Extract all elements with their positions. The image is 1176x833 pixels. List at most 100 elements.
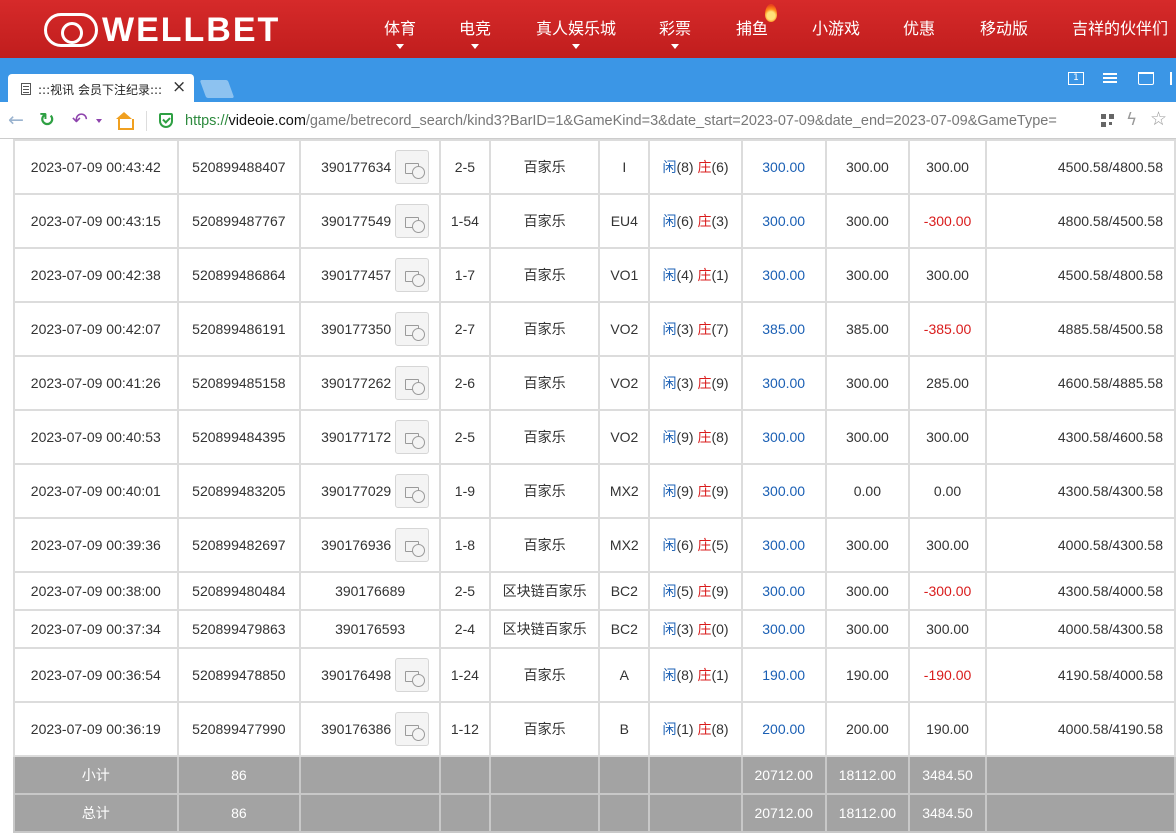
star-icon[interactable]: ☆ — [1150, 108, 1167, 130]
bet-amount: 300.00 — [740, 247, 827, 303]
video-replay-icon[interactable] — [395, 258, 430, 292]
video-replay-icon[interactable] — [395, 658, 430, 692]
valid-bet: 300.00 — [824, 571, 911, 611]
valid-bet: 300.00 — [824, 247, 911, 303]
bet-number: 520899478850 — [176, 647, 302, 703]
valid-bet: 300.00 — [824, 517, 911, 573]
table-code: I — [598, 139, 651, 195]
nav-partners[interactable]: 吉祥的伙伴们 — [1072, 18, 1168, 40]
shield-icon[interactable] — [159, 113, 173, 128]
nav-sports[interactable]: 体育 — [384, 18, 416, 49]
address-bar: ← ↻ ↶ https://videoie.com/game/betrecord… — [0, 102, 1176, 139]
bet-number: 520899483205 — [176, 463, 302, 519]
bet-amount: 190.00 — [740, 647, 827, 703]
undo-icon[interactable]: ↶ — [72, 110, 88, 130]
wellbet-logo[interactable]: WELLBET — [44, 12, 280, 48]
bet-amount: 300.00 — [740, 609, 827, 649]
video-replay-icon[interactable] — [395, 150, 430, 184]
nav-promotions[interactable]: 优惠 — [903, 18, 935, 40]
game-result: 闲(6) 庄(3) — [648, 193, 743, 249]
game-no-cell: 390176386 — [299, 701, 442, 757]
round-no: 1-7 — [439, 247, 491, 303]
valid-bet: 300.00 — [824, 409, 911, 465]
round-no: 2-6 — [439, 355, 491, 411]
video-replay-icon[interactable] — [395, 474, 430, 508]
balance: 4000.58/4190.58 — [984, 701, 1176, 757]
bet-number: 520899486864 — [176, 247, 302, 303]
video-replay-icon[interactable] — [395, 528, 430, 562]
minimize-icon[interactable] — [1170, 72, 1176, 85]
nav-esports[interactable]: 电竞 — [459, 18, 491, 49]
balance: 4800.58/4500.58 — [984, 193, 1176, 249]
game-name: 区块链百家乐 — [488, 571, 601, 611]
subtotal-bet: 20712.00 — [740, 755, 827, 795]
video-replay-icon[interactable] — [395, 204, 430, 238]
game-no-cell: 390177262 — [299, 355, 442, 411]
video-replay-icon[interactable] — [395, 312, 430, 346]
game-no-cell: 390176936 — [299, 517, 442, 573]
chevron-down-icon — [471, 44, 479, 49]
game-result: 闲(3) 庄(7) — [648, 301, 743, 357]
round-no: 2-7 — [439, 301, 491, 357]
game-name: 百家乐 — [488, 701, 601, 757]
close-icon[interactable]: × — [172, 77, 186, 97]
round-no: 1-12 — [439, 701, 491, 757]
bet-amount: 300.00 — [740, 355, 827, 411]
round-no: 1-54 — [439, 193, 491, 249]
table-code: VO1 — [598, 247, 651, 303]
logo-mark-icon — [44, 13, 98, 47]
win-loss: 300.00 — [908, 409, 987, 465]
url-field[interactable]: https://videoie.com/game/betrecord_searc… — [185, 111, 1095, 131]
bet-time: 2023-07-09 00:38:00 — [13, 571, 179, 611]
bet-time: 2023-07-09 00:41:26 — [13, 355, 179, 411]
balance: 4300.58/4600.58 — [984, 409, 1176, 465]
new-tab-button[interactable] — [199, 80, 235, 98]
nav-lottery[interactable]: 彩票 — [659, 18, 691, 49]
game-name: 百家乐 — [488, 193, 601, 249]
game-name: 百家乐 — [488, 463, 601, 519]
table-code: EU4 — [598, 193, 651, 249]
table-code: VO2 — [598, 409, 651, 465]
chevron-down-icon[interactable] — [96, 119, 102, 123]
tab-count-icon[interactable]: 1 — [1068, 72, 1084, 85]
table-code: BC2 — [598, 609, 651, 649]
home-icon[interactable] — [115, 112, 134, 130]
game-result: 闲(8) 庄(1) — [648, 647, 743, 703]
document-icon — [21, 83, 31, 95]
qr-code-icon[interactable] — [1101, 114, 1114, 127]
video-replay-icon[interactable] — [395, 712, 430, 746]
balance: 4190.58/4000.58 — [984, 647, 1176, 703]
win-loss: 285.00 — [908, 355, 987, 411]
subtotal-label: 小计 — [13, 755, 179, 795]
table-code: A — [598, 647, 651, 703]
video-replay-icon[interactable] — [395, 366, 430, 400]
table-row: 2023-07-09 00:40:53 520899484395 390177172… — [13, 409, 1176, 465]
back-icon[interactable]: ← — [8, 110, 24, 130]
total-valid: 18112.00 — [824, 793, 911, 833]
subtotal-valid: 18112.00 — [824, 755, 911, 795]
menu-icon[interactable] — [1103, 72, 1117, 84]
balance: 4300.58/4000.58 — [984, 571, 1176, 611]
total-result: 3484.50 — [908, 793, 987, 833]
nav-fishing[interactable]: 捕鱼 — [736, 18, 768, 40]
bet-amount: 300.00 — [740, 409, 827, 465]
browser-tab[interactable]: :::视讯 会员下注纪录::: × — [8, 74, 194, 102]
divider — [146, 111, 147, 131]
table-row: 2023-07-09 00:40:01 520899483205 390177029… — [13, 463, 1176, 519]
bet-time: 2023-07-09 00:42:38 — [13, 247, 179, 303]
nav-mini-games[interactable]: 小游戏 — [812, 18, 860, 40]
nav-mobile[interactable]: 移动版 — [980, 18, 1028, 40]
round-no: 2-5 — [439, 409, 491, 465]
skin-icon[interactable] — [1138, 72, 1154, 85]
game-no-cell: 390177029 — [299, 463, 442, 519]
video-replay-icon[interactable] — [395, 420, 430, 454]
bet-amount: 300.00 — [740, 571, 827, 611]
valid-bet: 0.00 — [824, 463, 911, 519]
nav-live-casino[interactable]: 真人娱乐城 — [536, 18, 616, 49]
win-loss: 190.00 — [908, 701, 987, 757]
game-no-cell: 390177457 — [299, 247, 442, 303]
bet-time: 2023-07-09 00:37:34 — [13, 609, 179, 649]
lightning-icon[interactable]: ϟ — [1126, 110, 1137, 130]
reload-icon[interactable]: ↻ — [39, 110, 55, 130]
round-no: 1-8 — [439, 517, 491, 573]
